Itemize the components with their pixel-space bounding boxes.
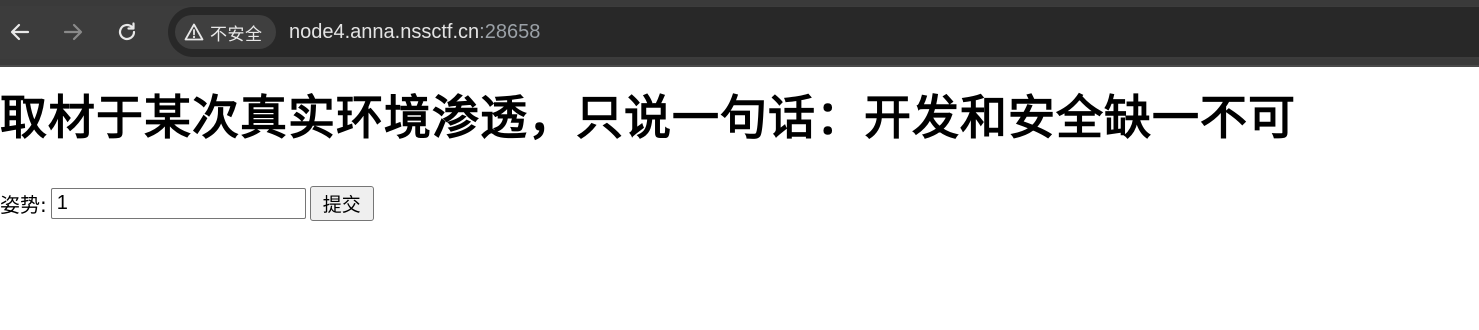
- page-title: 取材于某次真实环境渗透，只说一句话：开发和安全缺一不可: [0, 91, 1296, 146]
- security-label: 不安全: [210, 24, 263, 45]
- back-button[interactable]: [2, 14, 38, 50]
- url-text[interactable]: node4.anna.nssctf.cn:28658: [289, 18, 540, 46]
- field-label: 姿势:: [0, 192, 47, 217]
- reload-icon: [116, 21, 138, 43]
- url-port: :28658: [479, 21, 541, 43]
- reload-button[interactable]: [109, 14, 145, 50]
- arrow-right-icon: [62, 21, 84, 43]
- submit-button[interactable]: 提交: [309, 185, 374, 221]
- payload-input[interactable]: [50, 187, 306, 219]
- payload-form: 姿势: 提交: [0, 184, 374, 222]
- page-content: 取材于某次真实环境渗透，只说一句话：开发和安全缺一不可 姿势: 提交: [0, 67, 1479, 330]
- url-host: node4.anna.nssctf.cn: [289, 21, 480, 43]
- forward-button[interactable]: [55, 14, 91, 50]
- warning-triangle-icon: [183, 21, 205, 43]
- arrow-left-icon: [9, 21, 31, 43]
- security-indicator[interactable]: 不安全: [175, 15, 276, 49]
- browser-toolbar: 不安全 node4.anna.nssctf.cn:28658: [0, 0, 1479, 67]
